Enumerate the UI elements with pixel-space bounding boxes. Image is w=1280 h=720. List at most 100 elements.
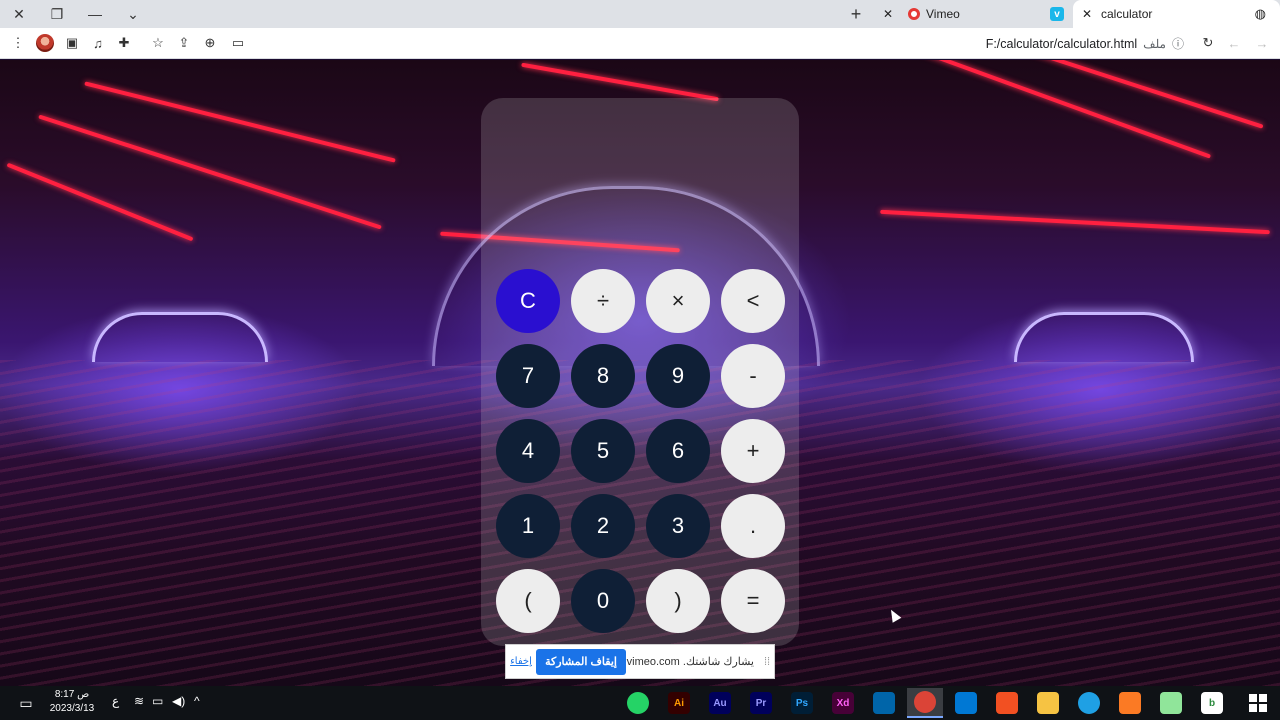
key-close-paren-button[interactable]: ): [646, 569, 710, 633]
premiere-icon: Pr: [750, 692, 772, 714]
key-minus-button[interactable]: -: [721, 344, 785, 408]
vimeo-record-icon: [908, 8, 920, 20]
neon-light: [6, 162, 194, 242]
mail-taskbar-button[interactable]: [948, 688, 984, 718]
cast-icon[interactable]: ▭: [228, 33, 248, 53]
key-5-button[interactable]: 5: [571, 419, 635, 483]
xd-taskbar-button[interactable]: Xd: [825, 688, 861, 718]
file-explorer-icon: [1037, 692, 1059, 714]
taskbar: ▭ Ai Au Pr Ps Xd b: [0, 686, 1280, 720]
scheme-label: ملف: [1143, 36, 1166, 51]
battery-icon[interactable]: ▭: [152, 694, 163, 708]
reload-icon[interactable]: ↻: [1198, 33, 1218, 53]
file-explorer-taskbar-button[interactable]: [1030, 688, 1066, 718]
notepadpp-taskbar-button[interactable]: [1153, 688, 1189, 718]
neon-light: [880, 209, 1270, 235]
volume-icon[interactable]: ◀): [172, 694, 185, 708]
minimize-window-icon[interactable]: —: [76, 0, 114, 28]
illustrator-taskbar-button[interactable]: Ai: [661, 688, 697, 718]
key-2-button[interactable]: 2: [571, 494, 635, 558]
url-text: F:/calculator/calculator.html: [985, 36, 1138, 51]
zoom-icon[interactable]: ⊕: [200, 33, 220, 53]
key-1-button[interactable]: 1: [496, 494, 560, 558]
new-tab-button[interactable]: +: [846, 4, 866, 24]
input-language[interactable]: ع: [112, 694, 119, 708]
vscode-icon: [873, 692, 895, 714]
key-6-button[interactable]: 6: [646, 419, 710, 483]
photoshop-taskbar-button[interactable]: Ps: [784, 688, 820, 718]
neon-light: [986, 60, 1264, 129]
key-backspace-button[interactable]: <: [721, 269, 785, 333]
neon-light: [38, 114, 382, 230]
mail-icon: [955, 692, 977, 714]
info-icon[interactable]: ⓘ: [1172, 35, 1184, 52]
neon-light: [84, 81, 396, 163]
key-plus-button[interactable]: +: [721, 419, 785, 483]
audition-icon: Au: [709, 692, 731, 714]
address-bar[interactable]: F:/calculator/calculator.html ملف ⓘ: [900, 31, 1188, 56]
tab-label: calculator: [1101, 7, 1153, 21]
key-equals-button[interactable]: =: [721, 569, 785, 633]
key-clear-button[interactable]: C: [496, 269, 560, 333]
whatsapp-taskbar-button[interactable]: [620, 688, 656, 718]
clock-date: 2023/3/13: [49, 703, 95, 714]
key-9-button[interactable]: 9: [646, 344, 710, 408]
close-tab-icon[interactable]: ✕: [880, 7, 896, 21]
system-clock[interactable]: 8:17 ص 2023/3/13: [44, 688, 100, 716]
menu-kebab-icon[interactable]: ⋮: [8, 33, 28, 53]
key-4-button[interactable]: 4: [496, 419, 560, 483]
profile-avatar[interactable]: [36, 34, 54, 52]
tab-strip: ✕ ❐ — ⌄ + ✕ Vimeo v ✕ calculator ◍: [0, 0, 1280, 28]
close-tab-icon[interactable]: ✕: [1079, 7, 1095, 21]
store-icon: [996, 692, 1018, 714]
key-7-button[interactable]: 7: [496, 344, 560, 408]
edge-icon: [1078, 692, 1100, 714]
whatsapp-icon: [627, 692, 649, 714]
chrome-icon: [914, 691, 936, 713]
store-taskbar-button[interactable]: [989, 688, 1025, 718]
back-arrow-icon[interactable]: →: [1252, 33, 1272, 53]
media-control-icon[interactable]: ♫: [88, 33, 108, 53]
wifi-icon[interactable]: ≋: [134, 694, 144, 708]
share-icon[interactable]: ⇪: [174, 33, 194, 53]
tab-search-chevron-icon[interactable]: ⌄: [114, 0, 152, 28]
chrome-taskbar-button[interactable]: [907, 688, 943, 718]
stop-sharing-button[interactable]: إيقاف المشاركة: [536, 648, 626, 675]
key-open-paren-button[interactable]: (: [496, 569, 560, 633]
forward-arrow-icon[interactable]: ←: [1224, 33, 1244, 53]
side-panel-icon[interactable]: ▣: [62, 33, 82, 53]
globe-icon: ◍: [1254, 6, 1266, 21]
key-decimal-button[interactable]: .: [721, 494, 785, 558]
key-8-button[interactable]: 8: [571, 344, 635, 408]
key-3-button[interactable]: 3: [646, 494, 710, 558]
bandicam-taskbar-button[interactable]: b: [1194, 688, 1230, 718]
restore-window-icon[interactable]: ❐: [38, 0, 76, 28]
close-window-icon[interactable]: ✕: [0, 0, 38, 28]
vscode-taskbar-button[interactable]: [866, 688, 902, 718]
key-0-button[interactable]: 0: [571, 569, 635, 633]
windows-start-icon[interactable]: [1240, 688, 1276, 718]
tab-vimeo[interactable]: ✕ Vimeo: [874, 0, 1044, 28]
tab-calculator[interactable]: ✕ calculator ◍: [1073, 0, 1280, 28]
drag-handle-icon[interactable]: ⁞⁞: [760, 656, 774, 668]
premiere-taskbar-button[interactable]: Pr: [743, 688, 779, 718]
bookmark-star-icon[interactable]: ☆: [148, 33, 168, 53]
neon-arc: [92, 312, 268, 362]
key-multiply-button[interactable]: ×: [646, 269, 710, 333]
neon-arc: [1014, 312, 1194, 362]
hide-share-bar-link[interactable]: إخفاء: [506, 656, 536, 667]
neon-light: [521, 62, 719, 102]
calculator-display: [495, 112, 785, 262]
audition-taskbar-button[interactable]: Au: [702, 688, 738, 718]
extensions-puzzle-icon[interactable]: ✚: [114, 33, 134, 53]
xampp-icon: [1119, 692, 1141, 714]
edge-taskbar-button[interactable]: [1071, 688, 1107, 718]
xampp-taskbar-button[interactable]: [1112, 688, 1148, 718]
notifications-icon[interactable]: ▭: [8, 688, 44, 718]
xd-icon: Xd: [832, 692, 854, 714]
notepadpp-icon: [1160, 692, 1182, 714]
tray-chevron-up-icon[interactable]: ^: [194, 694, 200, 708]
tab-label: Vimeo: [926, 7, 960, 21]
key-divide-button[interactable]: ÷: [571, 269, 635, 333]
sharing-message: vimeo.com .يشارك شاشتك: [626, 656, 754, 668]
